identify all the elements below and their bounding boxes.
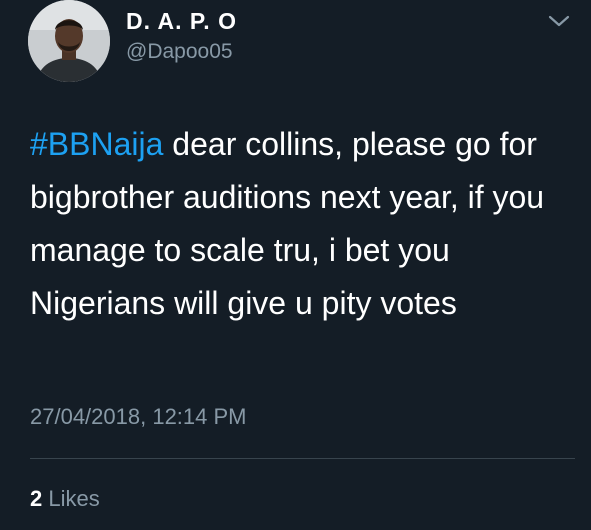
tweet-text: #BBNaija dear collins, please go for big… <box>30 118 570 330</box>
chevron-down-icon[interactable] <box>548 14 570 28</box>
likes-count: 2 <box>30 486 43 511</box>
display-name[interactable]: D. A. P. O <box>126 8 237 35</box>
divider <box>30 458 575 459</box>
avatar[interactable] <box>28 0 110 82</box>
hashtag-link[interactable]: #BBNaija <box>30 126 163 162</box>
user-handle[interactable]: @Dapoo05 <box>126 40 233 64</box>
tweet-card: D. A. P. O @Dapoo05 #BBNaija dear collin… <box>0 0 591 530</box>
tweet-timestamp[interactable]: 27/04/2018, 12:14 PM <box>30 404 247 430</box>
likes-label: Likes <box>48 486 100 511</box>
profile-photo <box>28 0 110 82</box>
likes-link[interactable]: 2 Likes <box>30 486 100 512</box>
